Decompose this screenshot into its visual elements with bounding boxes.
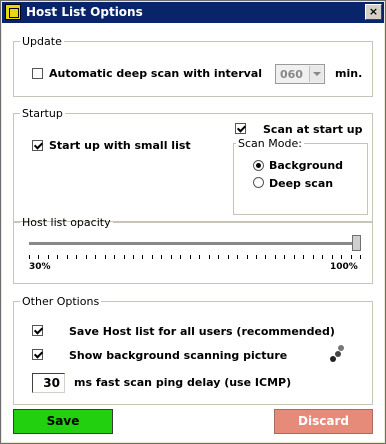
opacity-tick	[47, 255, 49, 259]
app-icon	[5, 4, 21, 20]
discard-button[interactable]: Discard	[274, 409, 373, 434]
opacity-tick	[284, 255, 286, 259]
opacity-tick	[331, 255, 333, 259]
opacity-tick	[76, 255, 78, 259]
title-bar[interactable]: Host List Options ×	[2, 2, 384, 23]
show-picture-label[interactable]: Show background scanning picture	[69, 349, 287, 362]
opacity-tick	[246, 255, 248, 259]
opacity-tick	[255, 255, 257, 259]
auto-deep-scan-label[interactable]: Automatic deep scan with interval	[49, 67, 262, 80]
opacity-tick	[161, 255, 163, 259]
update-legend: Update	[22, 35, 62, 48]
scan-mode-background-label[interactable]: Background	[269, 159, 343, 172]
show-picture-checkbox[interactable]	[32, 349, 43, 360]
opacity-tick	[114, 255, 116, 259]
save-all-users-label[interactable]: Save Host list for all users (recommende…	[69, 325, 335, 338]
opacity-tick	[38, 255, 40, 259]
opacity-tick	[95, 255, 97, 259]
scan-mode-group: Scan Mode:	[233, 137, 368, 215]
opacity-tick	[142, 255, 144, 259]
save-all-users-checkbox[interactable]	[32, 325, 43, 336]
opacity-tick	[199, 255, 201, 259]
opacity-tick	[227, 255, 229, 259]
opacity-tick	[303, 255, 305, 259]
opacity-max-label: 100%	[330, 262, 358, 272]
opacity-tick	[218, 255, 220, 259]
opacity-min-label: 30%	[29, 262, 51, 272]
opacity-tick	[133, 255, 135, 259]
opacity-tick	[57, 255, 59, 259]
opacity-ticks	[29, 255, 361, 260]
opacity-tick	[170, 255, 172, 259]
auto-deep-scan-checkbox[interactable]	[32, 68, 43, 79]
ping-delay-label: ms fast scan ping delay (use ICMP)	[74, 376, 292, 389]
scan-mode-deep-label[interactable]: Deep scan	[269, 177, 333, 190]
opacity-tick	[237, 255, 239, 259]
opacity-tick	[350, 255, 352, 259]
opacity-tick	[123, 255, 125, 259]
opacity-legend: Host list opacity	[22, 216, 111, 229]
interval-unit: min.	[335, 67, 363, 80]
opacity-tick	[85, 255, 87, 259]
small-list-checkbox[interactable]	[32, 140, 43, 151]
save-button[interactable]: Save	[13, 409, 113, 434]
opacity-tick	[208, 255, 210, 259]
scan-mode-deep-radio[interactable]	[253, 177, 264, 188]
scanning-picture-icon	[326, 345, 348, 367]
opacity-tick	[180, 255, 182, 259]
opacity-tick	[29, 255, 30, 259]
interval-select[interactable]: 060	[275, 64, 325, 84]
opacity-tick	[360, 255, 361, 259]
startup-legend: Startup	[22, 107, 63, 120]
opacity-tick	[189, 255, 191, 259]
opacity-tick	[151, 255, 153, 259]
chevron-down-icon[interactable]	[309, 66, 323, 82]
interval-value: 060	[280, 68, 303, 81]
opacity-tick	[322, 255, 324, 259]
scan-mode-background-radio[interactable]	[253, 160, 264, 171]
window-title: Host List Options	[26, 5, 143, 19]
opacity-slider-track[interactable]	[29, 242, 361, 246]
close-button[interactable]: ×	[365, 4, 382, 20]
ping-delay-input[interactable]: 30	[32, 373, 65, 393]
opacity-tick	[341, 255, 343, 259]
opacity-tick	[293, 255, 295, 259]
small-list-label[interactable]: Start up with small list	[49, 139, 191, 152]
opacity-tick	[265, 255, 267, 259]
opacity-tick	[104, 255, 106, 259]
opacity-tick	[66, 255, 68, 259]
opacity-tick	[274, 255, 276, 259]
scan-at-startup-label[interactable]: Scan at start up	[263, 123, 362, 136]
dialog-body: Update Automatic deep scan with interval…	[2, 23, 384, 442]
scan-at-startup-checkbox[interactable]	[235, 123, 246, 134]
scan-mode-legend: Scan Mode:	[238, 137, 302, 150]
opacity-slider-thumb[interactable]	[352, 235, 361, 251]
options-window: Host List Options × Update Automatic dee…	[0, 0, 386, 444]
opacity-group: Host list opacity	[13, 216, 373, 284]
other-options-legend: Other Options	[22, 295, 100, 308]
opacity-tick	[312, 255, 314, 259]
